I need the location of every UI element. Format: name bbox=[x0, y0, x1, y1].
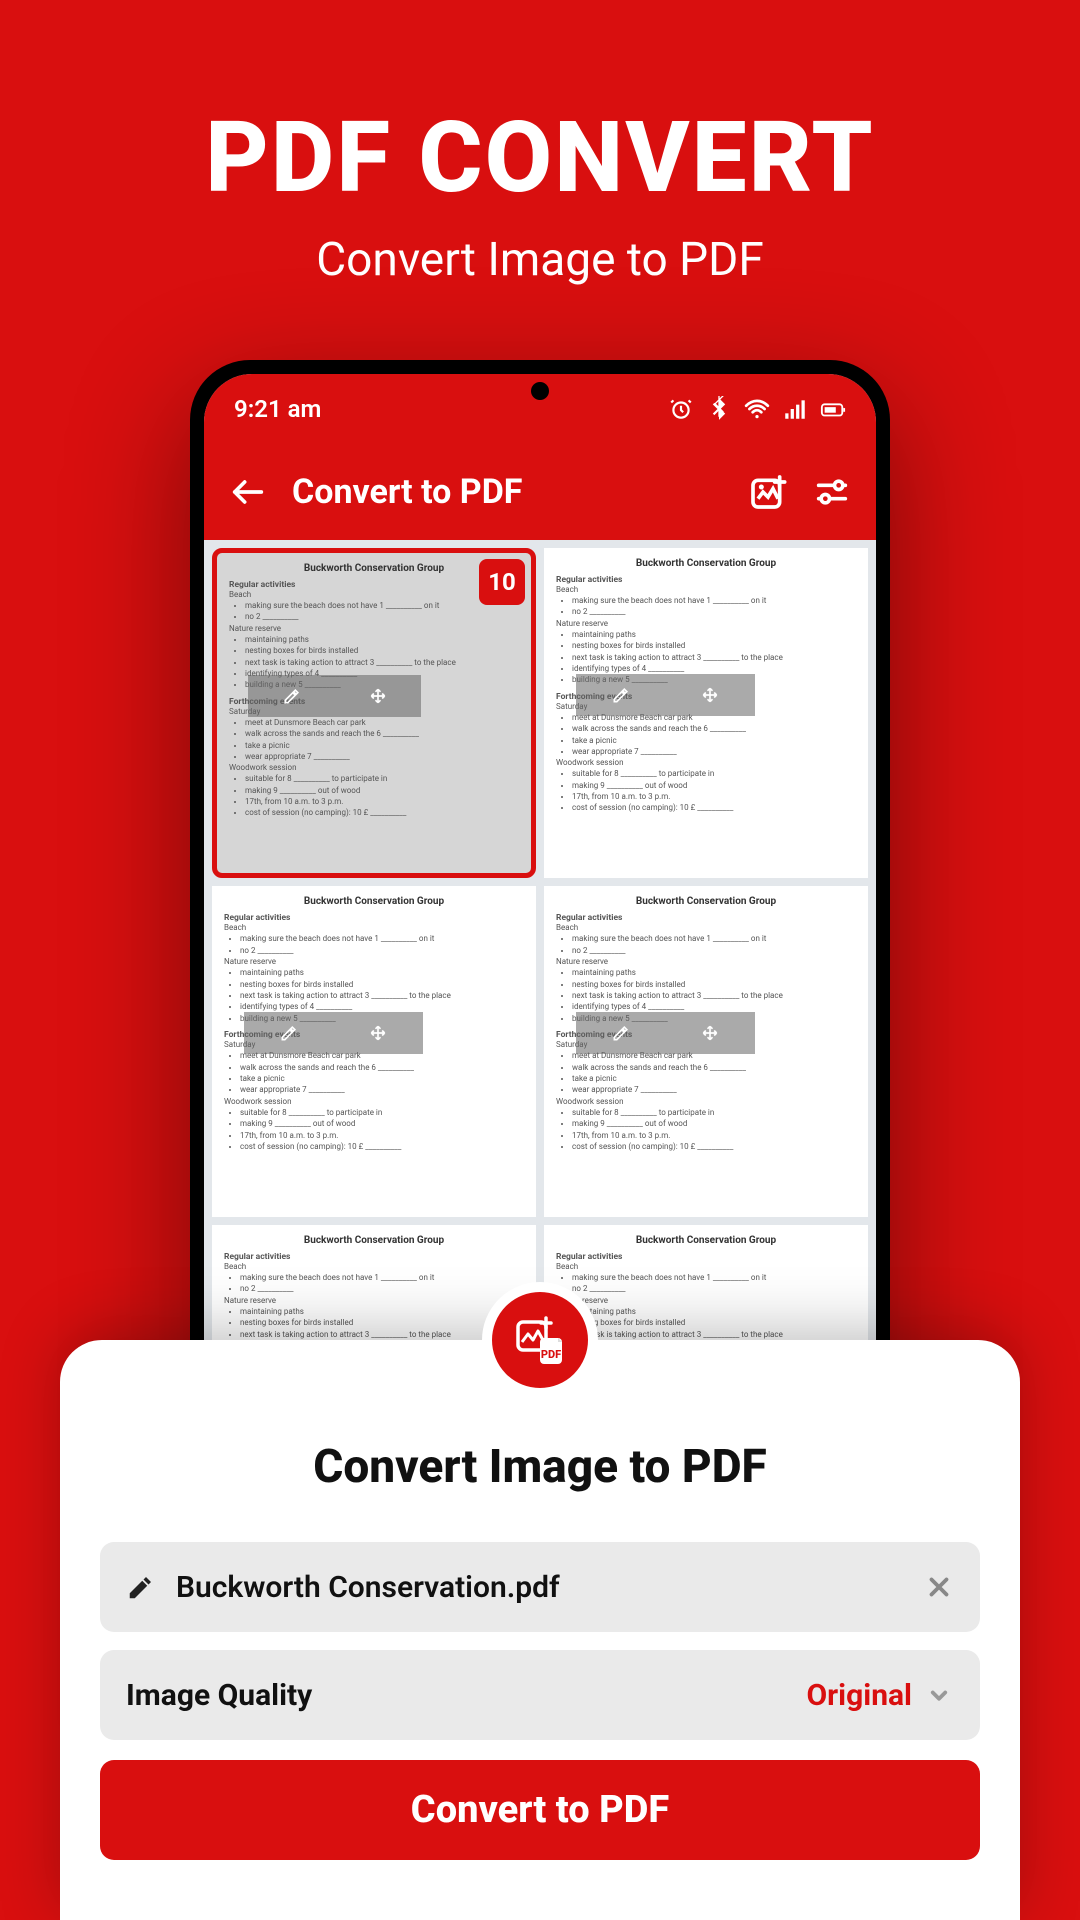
move-icon bbox=[368, 1023, 388, 1043]
thumb-overlay[interactable] bbox=[248, 675, 421, 717]
quality-value: Original bbox=[807, 1678, 913, 1713]
convert-button[interactable]: Convert to PDF bbox=[100, 1760, 980, 1860]
alarm-icon bbox=[668, 396, 694, 422]
back-icon[interactable] bbox=[228, 472, 268, 512]
thumb-doc-title: Buckworth Conservation Group bbox=[556, 1235, 856, 1246]
quality-field[interactable]: Image Quality Original bbox=[100, 1650, 980, 1740]
bluetooth-icon bbox=[706, 396, 732, 422]
thumb-overlay[interactable] bbox=[576, 674, 754, 716]
appbar-title: Convert to PDF bbox=[292, 472, 724, 512]
edit-icon bbox=[611, 685, 631, 705]
thumb-doc-title: Buckworth Conservation Group bbox=[224, 896, 524, 907]
page-thumbnail[interactable]: Buckworth Conservation Group Regular act… bbox=[544, 548, 868, 878]
edit-icon bbox=[282, 686, 302, 706]
signal-icon bbox=[782, 396, 808, 422]
filename-field[interactable]: Buckworth Conservation.pdf bbox=[100, 1542, 980, 1632]
add-image-icon[interactable] bbox=[748, 472, 788, 512]
edit-icon bbox=[126, 1572, 156, 1602]
svg-text:PDF: PDF bbox=[541, 1348, 561, 1361]
phone-camera bbox=[531, 382, 549, 400]
page-thumbnail[interactable]: Buckworth Conservation Group Regular act… bbox=[544, 886, 868, 1216]
settings-icon[interactable] bbox=[812, 472, 852, 512]
status-time: 9:21 am bbox=[234, 395, 321, 423]
sheet-pdf-icon: PDF bbox=[482, 1282, 598, 1398]
sheet-title: Convert Image to PDF bbox=[100, 1440, 980, 1494]
thumb-doc-title: Buckworth Conservation Group bbox=[224, 1235, 524, 1246]
thumb-doc-title: Buckworth Conservation Group bbox=[229, 563, 519, 574]
page-thumbnail[interactable]: Buckworth Conservation Group Regular act… bbox=[212, 886, 536, 1216]
selection-badge: 10 bbox=[479, 559, 525, 605]
chevron-down-icon bbox=[924, 1680, 954, 1710]
bottom-sheet: PDF Convert Image to PDF Buckworth Conse… bbox=[60, 1340, 1020, 1920]
filename-text: Buckworth Conservation.pdf bbox=[176, 1570, 924, 1605]
move-icon bbox=[700, 1023, 720, 1043]
edit-icon bbox=[279, 1023, 299, 1043]
hero-subtitle: Convert Image to PDF bbox=[0, 233, 1080, 287]
thumb-doc-title: Buckworth Conservation Group bbox=[556, 896, 856, 907]
close-icon[interactable] bbox=[924, 1572, 954, 1602]
move-icon bbox=[700, 685, 720, 705]
appbar: Convert to PDF bbox=[204, 444, 876, 540]
move-icon bbox=[368, 686, 388, 706]
thumb-overlay[interactable] bbox=[576, 1012, 754, 1054]
wifi-icon bbox=[744, 396, 770, 422]
hero-title: PDF CONVERT bbox=[0, 100, 1080, 215]
battery-icon bbox=[820, 396, 846, 422]
thumb-overlay[interactable] bbox=[244, 1012, 422, 1054]
page-thumbnail[interactable]: Buckworth Conservation Group Regular act… bbox=[212, 548, 536, 878]
edit-icon bbox=[611, 1023, 631, 1043]
thumb-doc-title: Buckworth Conservation Group bbox=[556, 558, 856, 569]
quality-label: Image Quality bbox=[126, 1678, 807, 1713]
